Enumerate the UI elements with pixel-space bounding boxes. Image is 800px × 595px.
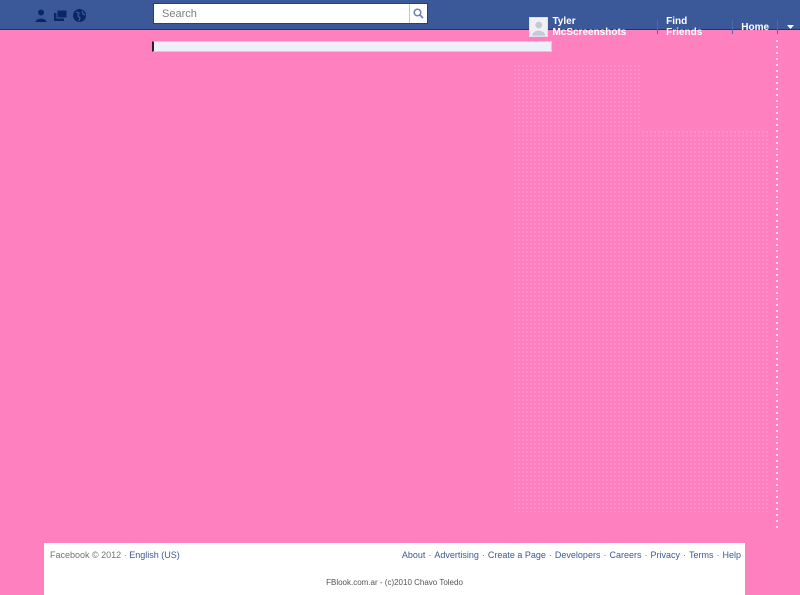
copyright-text: Facebook © 2012 — [50, 550, 122, 560]
top-navigation-bar: Tyler McScreenshots Find Friends Home — [0, 0, 800, 38]
footer-dot: · — [428, 550, 432, 560]
footer-separator: · — [121, 550, 130, 560]
profile-link[interactable]: Tyler McScreenshots — [548, 16, 657, 38]
footer-copyright-block: Facebook © 2012 · English (US) — [50, 550, 180, 560]
search-icon — [413, 8, 424, 19]
language-link[interactable]: English (US) — [129, 550, 180, 560]
footer-link-developers[interactable]: Developers — [555, 550, 601, 560]
footer-link-about[interactable]: About — [402, 550, 426, 560]
notification-jewels — [34, 8, 87, 23]
account-menu-button[interactable] — [778, 17, 800, 37]
footer-dot: · — [481, 550, 485, 560]
caret-down-icon — [787, 25, 794, 29]
footer-link-create-page[interactable]: Create a Page — [488, 550, 546, 560]
messages-icon[interactable] — [53, 8, 68, 23]
dither-artifact-right — [513, 130, 770, 512]
search-button[interactable] — [409, 4, 427, 23]
site-credit: FBlook.com.ar - (c)2010 Chavo Toledo — [326, 578, 463, 587]
search-input[interactable] — [157, 5, 407, 22]
find-friends-link[interactable]: Find Friends — [658, 16, 732, 38]
search-box — [153, 3, 428, 24]
footer-link-privacy[interactable]: Privacy — [650, 550, 680, 560]
footer-dot: · — [548, 550, 552, 560]
dither-artifact-top — [513, 64, 640, 130]
notifications-globe-icon[interactable] — [72, 8, 87, 23]
footer-dot: · — [603, 550, 607, 560]
footer-link-terms[interactable]: Terms — [689, 550, 714, 560]
footer-links: About · Advertising · Create a Page · Devel… — [402, 550, 741, 560]
account-navigation: Tyler McScreenshots Find Friends Home — [529, 16, 800, 38]
page-footer: Facebook © 2012 · English (US) About · Ad… — [44, 543, 745, 595]
footer-link-help[interactable]: Help — [722, 550, 741, 560]
footer-dot: · — [716, 550, 720, 560]
avatar[interactable] — [529, 17, 549, 37]
footer-link-careers[interactable]: Careers — [609, 550, 641, 560]
default-avatar-icon — [530, 18, 548, 36]
loading-strip — [152, 41, 552, 52]
footer-dot: · — [682, 550, 686, 560]
friend-requests-icon[interactable] — [34, 8, 49, 23]
scroll-edge-artifact — [776, 40, 778, 530]
footer-link-advertising[interactable]: Advertising — [434, 550, 479, 560]
footer-dot: · — [644, 550, 648, 560]
home-link[interactable]: Home — [733, 17, 777, 37]
